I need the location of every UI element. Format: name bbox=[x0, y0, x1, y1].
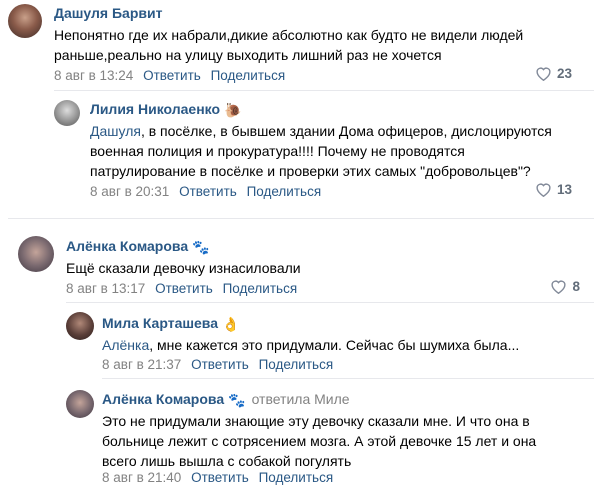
comment-text: Алёнка, мне кажется это придумали. Сейча… bbox=[102, 335, 592, 355]
share-button[interactable]: Поделиться bbox=[223, 281, 298, 296]
avatar[interactable] bbox=[66, 312, 94, 340]
comment-author[interactable]: Дашуля Барвит bbox=[54, 5, 162, 21]
reply-button[interactable]: Ответить bbox=[155, 281, 213, 296]
share-button[interactable]: Поделиться bbox=[211, 68, 286, 83]
comment-text: Это не придумали знающие эту девочку ска… bbox=[102, 411, 592, 471]
like-count: 8 bbox=[572, 279, 580, 294]
comment-meta: 8 авг в 21:40 Ответить Поделиться bbox=[102, 470, 333, 485]
comment-date[interactable]: 8 авг в 21:37 bbox=[102, 357, 181, 372]
author-name[interactable]: Мила Карташева bbox=[102, 315, 218, 331]
comment-text-line: всего лишь вышла с собакой погулять bbox=[102, 453, 352, 469]
comment-date[interactable]: 8 авг в 13:17 bbox=[66, 281, 145, 296]
avatar[interactable] bbox=[18, 236, 54, 272]
like-button[interactable]: 23 bbox=[535, 66, 572, 81]
avatar[interactable] bbox=[8, 4, 42, 38]
comment-text-line: , в посёлке, в бывшем здании Дома офицер… bbox=[140, 123, 552, 139]
comment-date[interactable]: 8 авг в 13:24 bbox=[54, 68, 133, 83]
comment-text-line: , мне кажется это придумали. Сейчас бы ш… bbox=[149, 337, 520, 353]
avatar[interactable] bbox=[66, 390, 94, 418]
snail-icon: 🐌 bbox=[224, 102, 242, 118]
comment-author[interactable]: Лилия Николаенко 🐌 bbox=[90, 101, 241, 119]
share-button[interactable]: Поделиться bbox=[259, 470, 334, 485]
comment-text: Ещё сказали девочку изнасиловали bbox=[66, 258, 586, 278]
like-count: 13 bbox=[556, 182, 572, 197]
comment-text: Непонятно где их набрали,дикие абсолютно… bbox=[54, 25, 594, 65]
divider bbox=[66, 302, 594, 303]
reply-button[interactable]: Ответить bbox=[191, 470, 249, 485]
comment-author[interactable]: Алёнка Комарова 🐾 bbox=[66, 238, 210, 256]
like-button[interactable]: 8 bbox=[550, 279, 580, 294]
reply-button[interactable]: Ответить bbox=[179, 184, 237, 199]
avatar[interactable] bbox=[54, 100, 80, 126]
comment-text-line: патрулирование в посёлке и проверки этих… bbox=[90, 163, 531, 179]
divider bbox=[54, 90, 594, 91]
comment-meta: 8 авг в 20:31 Ответить Поделиться bbox=[90, 184, 321, 199]
like-count: 23 bbox=[556, 66, 572, 81]
reply-button[interactable]: Ответить bbox=[191, 357, 249, 372]
comment-date[interactable]: 8 авг в 20:31 bbox=[90, 184, 169, 199]
author-name[interactable]: Алёнка Комарова bbox=[66, 238, 188, 254]
comment-date[interactable]: 8 авг в 21:40 bbox=[102, 470, 181, 485]
heart-icon bbox=[551, 280, 567, 294]
comment-text: Дашуля, в посёлке, в бывшем здании Дома … bbox=[90, 121, 594, 181]
divider bbox=[8, 218, 594, 219]
comment-author[interactable]: Алёнка Комарова 🐾 ответила Миле bbox=[102, 391, 350, 409]
comment-meta: 8 авг в 13:24 Ответить Поделиться bbox=[54, 68, 285, 83]
comment-author[interactable]: Мила Карташева 👌 bbox=[102, 315, 239, 333]
reply-button[interactable]: Ответить bbox=[143, 68, 201, 83]
replied-to[interactable]: ответила Миле bbox=[252, 391, 350, 407]
comment-text-line: Непонятно где их набрали,дикие абсолютно… bbox=[54, 27, 524, 43]
paw-icon: 🐾 bbox=[228, 392, 246, 408]
heart-icon bbox=[536, 183, 551, 197]
comment-text-line: военная полиция и прокуратура!!!! Почему… bbox=[90, 143, 465, 159]
mention-link[interactable]: Дашуля bbox=[90, 123, 141, 139]
divider bbox=[102, 378, 594, 379]
comment-text-line: Ещё сказали девочку изнасиловали bbox=[66, 260, 301, 276]
author-name[interactable]: Алёнка Комарова bbox=[102, 391, 224, 407]
ok-hand-icon: 👌 bbox=[222, 316, 240, 332]
paw-icon: 🐾 bbox=[192, 239, 210, 255]
comment-text-line: Это не придумали знающие эту девочку ска… bbox=[102, 413, 530, 429]
comment-text-line: больнице лежит с сотрясением мозга. А эт… bbox=[102, 433, 537, 449]
heart-icon bbox=[536, 67, 551, 81]
comment-meta: 8 авг в 13:17 Ответить Поделиться bbox=[66, 281, 297, 296]
author-name[interactable]: Лилия Николаенко bbox=[90, 101, 220, 117]
comment-text-line: раньше,реально на улицу выходить лишний … bbox=[54, 47, 442, 63]
share-button[interactable]: Поделиться bbox=[259, 357, 334, 372]
share-button[interactable]: Поделиться bbox=[247, 184, 322, 199]
comment-meta: 8 авг в 21:37 Ответить Поделиться bbox=[102, 357, 333, 372]
like-button[interactable]: 13 bbox=[535, 182, 572, 197]
mention-link[interactable]: Алёнка bbox=[102, 337, 149, 353]
